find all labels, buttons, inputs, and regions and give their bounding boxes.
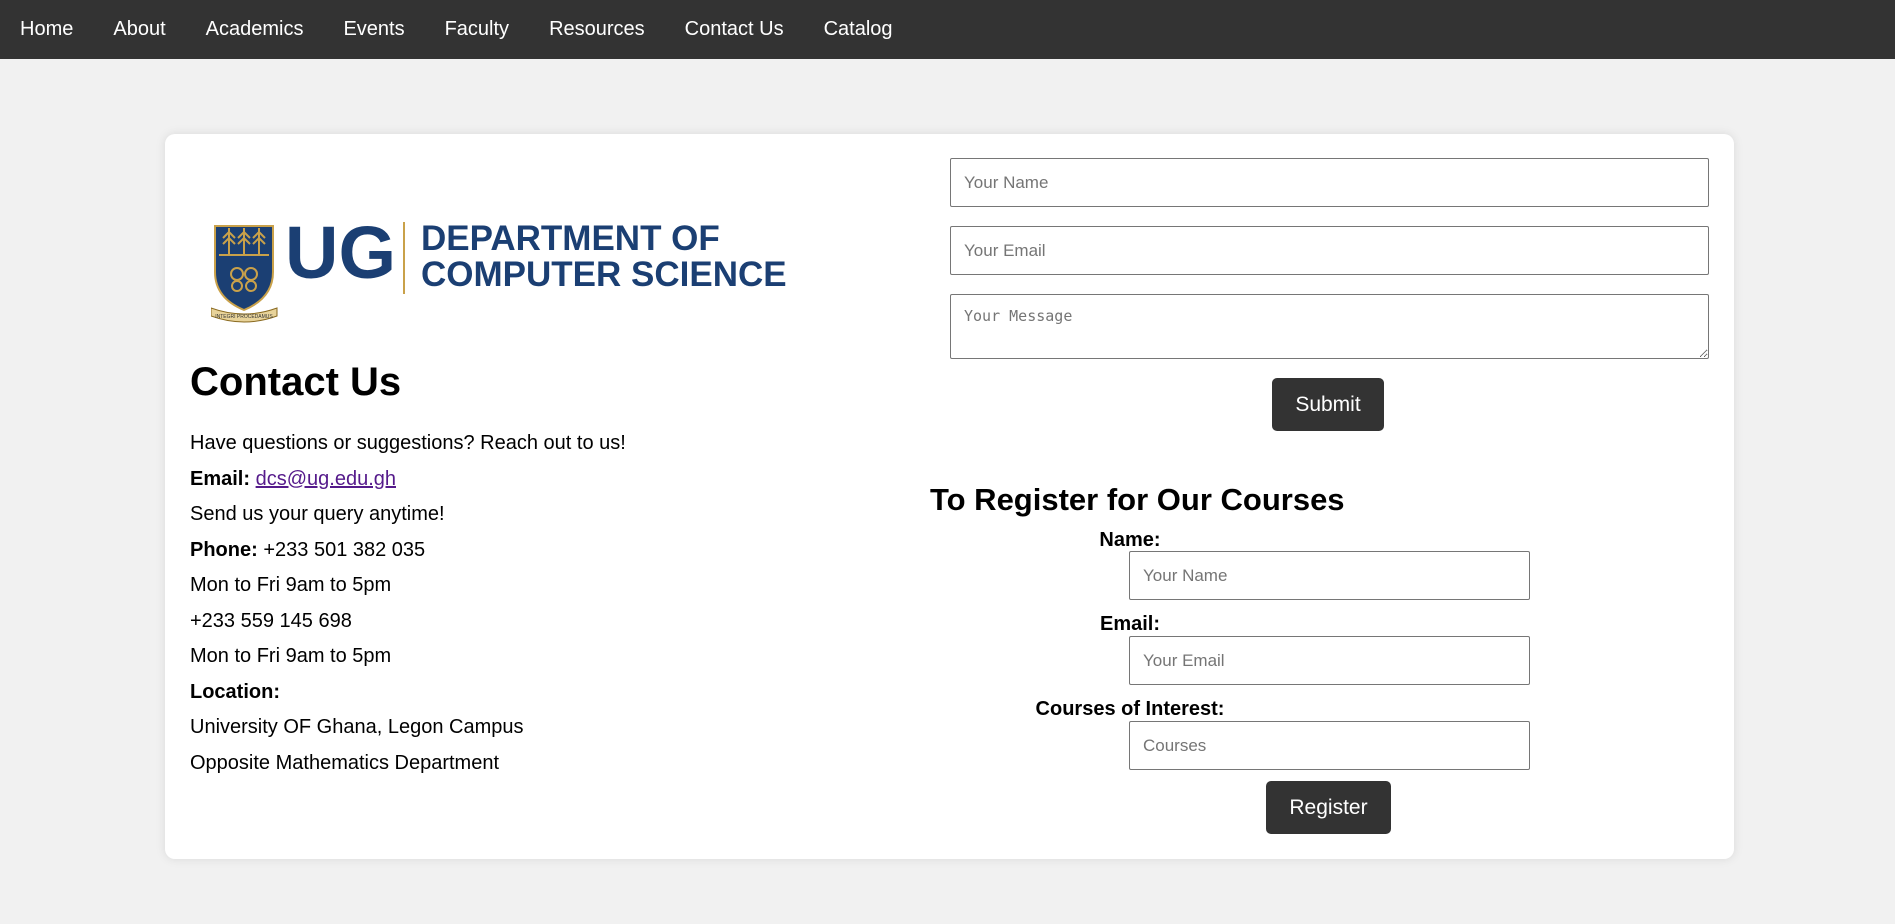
query-note: Send us your query anytime! <box>190 503 445 525</box>
hours-2: Mon to Fri 9am to 5pm <box>190 645 392 667</box>
svg-text:INTEGRI PROCEDAMUS: INTEGRI PROCEDAMUS <box>215 314 273 320</box>
top-navbar: Home About Academics Events Faculty Reso… <box>0 0 1895 59</box>
location-address-2: Opposite Mathematics Department <box>190 751 500 774</box>
contact-card: INTEGRI PROCEDAMUS UG DEPARTMENT OF COMP… <box>165 134 1734 859</box>
location-label: Location: <box>190 680 280 703</box>
register-email-label: Email: <box>1099 613 1161 635</box>
contact-intro: Have questions or suggestions? Reach out… <box>190 432 626 454</box>
nav-academics[interactable]: Academics <box>186 0 324 59</box>
register-email-input[interactable] <box>1129 636 1530 685</box>
register-title: To Register for Our Courses <box>930 482 1345 517</box>
department-logo: INTEGRI PROCEDAMUS UG DEPARTMENT OF COMP… <box>211 214 787 323</box>
contact-name-input[interactable] <box>950 158 1709 207</box>
register-name-input[interactable] <box>1129 551 1530 600</box>
email-line: Email: dcs@ug.edu.gh <box>190 461 890 497</box>
ug-crest-icon: INTEGRI PROCEDAMUS <box>211 225 278 323</box>
nav-faculty[interactable]: Faculty <box>425 0 529 59</box>
email-link[interactable]: dcs@ug.edu.gh <box>256 468 396 490</box>
nav-resources[interactable]: Resources <box>529 0 665 59</box>
logo-line1: DEPARTMENT OF <box>421 219 720 258</box>
courses-of-interest-label: Courses of Interest: <box>1035 698 1225 720</box>
nav-events[interactable]: Events <box>323 0 424 59</box>
submit-button[interactable]: Submit <box>1272 378 1384 431</box>
phone-line: Phone: +233 501 382 035 <box>190 532 890 568</box>
logo-line2: COMPUTER SCIENCE <box>421 255 787 294</box>
nav-catalog[interactable]: Catalog <box>804 0 913 59</box>
contact-message-input[interactable] <box>950 294 1709 359</box>
contact-details: Have questions or suggestions? Reach out… <box>190 425 890 780</box>
logo-divider <box>403 222 405 294</box>
register-name-label: Name: <box>1099 529 1161 551</box>
location-address-1: University OF Ghana, Legon Campus <box>190 716 524 738</box>
contact-info: Contact Us Have questions or suggestions… <box>190 359 890 780</box>
contact-email-input[interactable] <box>950 226 1709 275</box>
register-button[interactable]: Register <box>1266 781 1391 834</box>
nav-contact-us[interactable]: Contact Us <box>665 0 804 59</box>
page-title: Contact Us <box>190 360 402 404</box>
logo-ug-mark: UG <box>285 214 396 294</box>
email-label: Email: <box>190 467 251 490</box>
nav-about[interactable]: About <box>93 0 185 59</box>
phone-number-2: +233 559 145 698 <box>190 609 352 632</box>
courses-input[interactable] <box>1129 721 1530 770</box>
nav-home[interactable]: Home <box>0 0 93 59</box>
hours-1: Mon to Fri 9am to 5pm <box>190 574 392 596</box>
phone-number-1: +233 501 382 035 <box>263 538 426 561</box>
phone-label: Phone: <box>190 538 258 561</box>
location-line: Location: <box>190 674 890 710</box>
